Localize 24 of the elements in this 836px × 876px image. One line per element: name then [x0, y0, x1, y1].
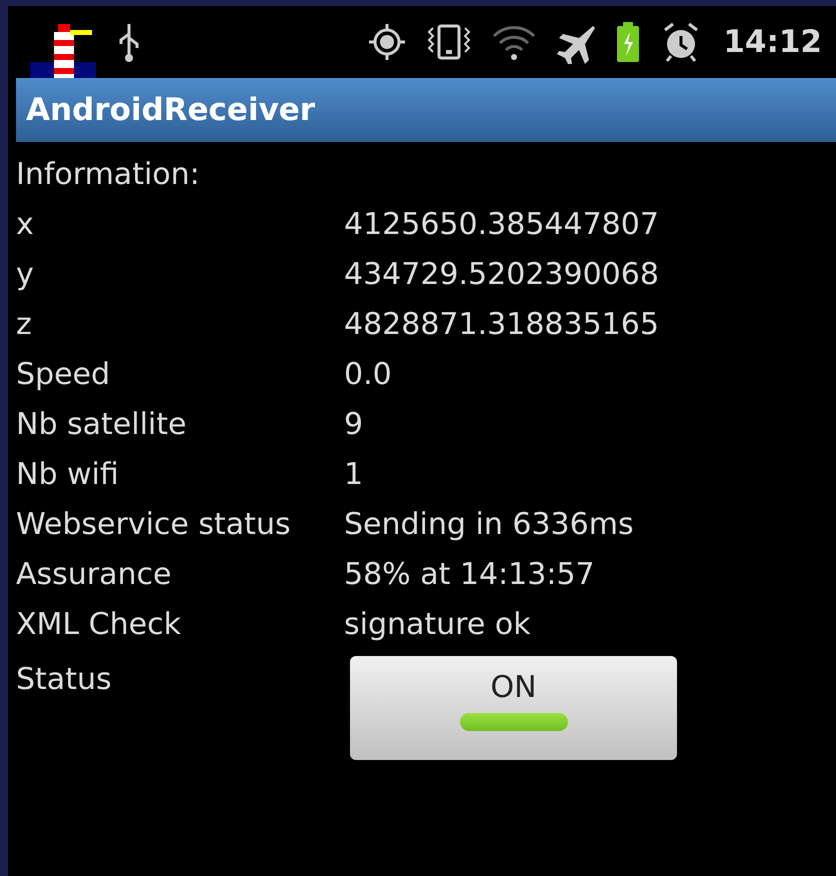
field-label: XML Check — [16, 606, 182, 644]
field-label: Webservice status — [16, 506, 292, 544]
field-value: 9 — [344, 406, 364, 444]
field-value: 58% at 14:13:57 — [344, 556, 596, 594]
status-toggle-button[interactable]: ON — [350, 656, 677, 760]
field-value: signature ok — [344, 606, 532, 644]
field-value: 4125650.385447807 — [344, 206, 660, 244]
field-value: Sending in 6336ms — [344, 506, 635, 544]
field-value: 1 — [344, 456, 364, 494]
field-label: Status — [16, 661, 113, 699]
lighthouse-icon — [30, 22, 96, 78]
field-label: Nb wifi — [16, 456, 120, 494]
field-label: x — [16, 206, 35, 244]
app-title: AndroidReceiver — [26, 92, 316, 128]
section-heading: Information: — [16, 156, 201, 194]
clock-time: 14:12 — [723, 24, 822, 60]
field-value: 4828871.318835165 — [344, 306, 660, 344]
field-label: Assurance — [16, 556, 172, 594]
field-label: Nb satellite — [16, 406, 188, 444]
field-label: Speed — [16, 356, 112, 394]
field-label: z — [16, 306, 33, 344]
field-label: y — [16, 256, 35, 294]
field-value: 434729.5202390068 — [344, 256, 660, 294]
field-value: 0.0 — [344, 356, 393, 394]
